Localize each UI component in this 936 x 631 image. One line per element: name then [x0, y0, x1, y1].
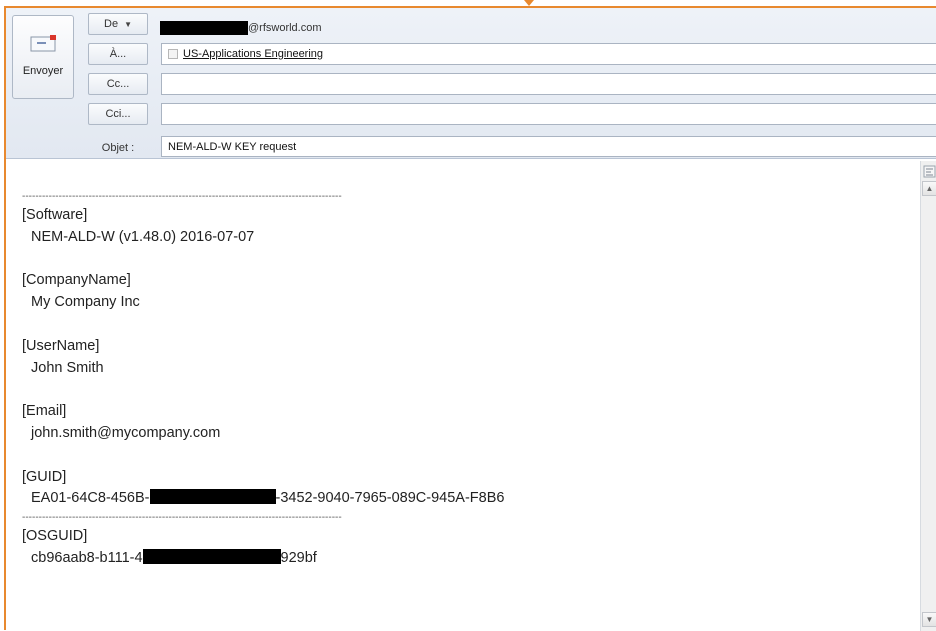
- compose-header: Envoyer De ▼ @rfsworld.com À... US-Appli…: [6, 8, 936, 159]
- osguid-prefix: cb96aab8-b111-4: [31, 549, 143, 566]
- to-button[interactable]: À...: [88, 43, 148, 65]
- vertical-scrollbar[interactable]: ▲ ▼: [920, 161, 936, 631]
- from-button[interactable]: De ▼: [88, 13, 148, 35]
- email-value: john.smith@mycompany.com: [31, 424, 221, 441]
- software-value: NEM-ALD-W (v1.48.0) 2016-07-07: [31, 228, 255, 245]
- cc-button[interactable]: Cc...: [88, 73, 148, 95]
- to-button-label: À...: [109, 48, 127, 60]
- separator-line: ----------------------------------------…: [22, 191, 342, 202]
- osguid-suffix: 929bf: [280, 549, 317, 566]
- cc-button-label: Cc...: [106, 78, 130, 90]
- user-header: [UserName]: [22, 337, 100, 354]
- to-recipient[interactable]: US-Applications Engineering: [183, 48, 323, 60]
- guid-suffix: -3452-9040-7965-089C-945A-F8B6: [275, 490, 505, 507]
- arrow-up-icon: ▲: [925, 184, 934, 193]
- chevron-down-icon: ▼: [124, 19, 132, 29]
- message-text: ----------------------------------------…: [22, 177, 504, 570]
- redacted-block: [160, 21, 248, 35]
- ruler-icon[interactable]: [923, 165, 936, 178]
- send-label: Envoyer: [22, 65, 64, 77]
- guid-header: [GUID]: [22, 468, 67, 485]
- scroll-up-button[interactable]: ▲: [922, 181, 936, 196]
- send-button[interactable]: Envoyer: [12, 15, 74, 99]
- osguid-value: cb96aab8-b111-4 929bf: [22, 548, 504, 570]
- subject-field[interactable]: NEM-ALD-W KEY request: [161, 136, 936, 157]
- send-envelope-icon: [30, 35, 56, 52]
- message-body[interactable]: ----------------------------------------…: [6, 161, 920, 631]
- user-value: John Smith: [31, 359, 104, 376]
- email-header: [Email]: [22, 403, 67, 420]
- redacted-block: [149, 489, 276, 505]
- bcc-button-label: Cci...: [105, 108, 131, 120]
- software-header: [Software]: [22, 207, 88, 223]
- osguid-header: [OSGUID]: [22, 528, 88, 545]
- company-header: [CompanyName]: [22, 272, 131, 289]
- bcc-button[interactable]: Cci...: [88, 103, 148, 125]
- subject-label: Objet :: [101, 142, 135, 154]
- separator-line: ----------------------------------------…: [22, 512, 342, 524]
- guid-prefix: EA01-64C8-456B-: [31, 490, 150, 507]
- from-address: @rfsworld.com: [160, 20, 322, 36]
- subject-value: NEM-ALD-W KEY request: [168, 140, 297, 153]
- scroll-down-button[interactable]: ▼: [922, 612, 936, 627]
- from-email-domain: @rfsworld.com: [248, 22, 322, 34]
- to-field[interactable]: US-Applications Engineering: [161, 43, 936, 65]
- contact-group-icon: [168, 49, 178, 59]
- redacted-block: [142, 548, 281, 564]
- arrow-down-icon: ▼: [925, 615, 934, 624]
- cc-field[interactable]: [161, 73, 936, 95]
- guid-value: EA01-64C8-456B- -3452-9040-7965-089C-945A…: [22, 488, 504, 510]
- company-value: My Company Inc: [31, 294, 140, 311]
- bcc-field[interactable]: [161, 103, 936, 125]
- from-button-label: De: [104, 18, 119, 30]
- compose-window: Envoyer De ▼ @rfsworld.com À... US-Appli…: [4, 6, 936, 631]
